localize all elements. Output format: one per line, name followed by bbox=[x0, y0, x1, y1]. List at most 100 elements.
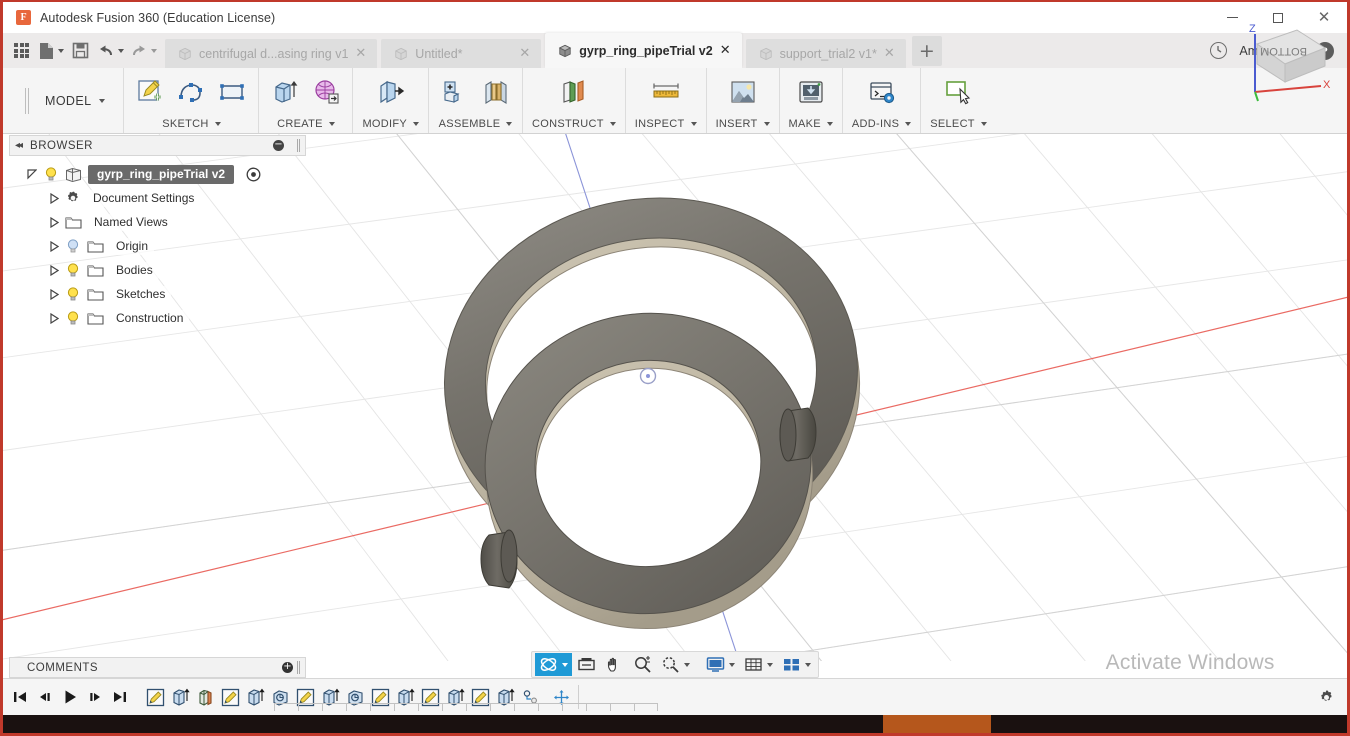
joint-button[interactable] bbox=[479, 75, 513, 109]
chevron-down-icon bbox=[690, 122, 697, 126]
tree-item-sketches[interactable]: Sketches bbox=[9, 282, 306, 306]
collapse-panel-icon[interactable]: ◂◂ bbox=[15, 140, 23, 151]
light-bulb-icon[interactable] bbox=[65, 286, 81, 302]
timeline-settings-button[interactable] bbox=[1313, 684, 1339, 710]
offset-plane-button[interactable] bbox=[557, 75, 591, 109]
rectangle-button[interactable] bbox=[215, 75, 249, 109]
tree-item-document-settings[interactable]: Document Settings bbox=[9, 186, 306, 210]
scripts-addins-button[interactable] bbox=[865, 75, 899, 109]
tab-close-icon[interactable]: ✕ bbox=[519, 46, 530, 61]
file-menu-button[interactable] bbox=[35, 36, 67, 66]
create-sketch-button[interactable] bbox=[133, 75, 167, 109]
create-mesh-button[interactable] bbox=[309, 75, 343, 109]
expand-arrow-icon[interactable] bbox=[49, 216, 59, 228]
panel-resize-handle[interactable] bbox=[297, 139, 300, 152]
chevron-down-icon bbox=[826, 122, 833, 126]
fit-button[interactable] bbox=[657, 653, 694, 676]
recent-documents-icon[interactable] bbox=[1210, 42, 1228, 59]
tab-close-icon[interactable]: ✕ bbox=[884, 46, 895, 61]
look-at-button[interactable] bbox=[573, 653, 600, 676]
timeline-feature-sketch[interactable] bbox=[218, 682, 243, 712]
look-at-icon bbox=[578, 658, 595, 671]
timeline-feature-extrude[interactable] bbox=[168, 682, 193, 712]
step-back-button[interactable] bbox=[34, 684, 56, 710]
activate-component-icon[interactable] bbox=[246, 167, 261, 182]
timeline-feature-revolve[interactable] bbox=[193, 682, 218, 712]
new-component-button[interactable] bbox=[438, 75, 472, 109]
extrude-feature-icon bbox=[248, 688, 265, 706]
new-document-button[interactable]: + bbox=[911, 36, 942, 66]
ribbon-group-label: INSPECT bbox=[634, 118, 685, 130]
workspace-selector[interactable]: MODEL bbox=[3, 68, 125, 133]
add-comment-icon[interactable]: + bbox=[282, 662, 293, 673]
panel-resize-handle[interactable] bbox=[297, 661, 300, 674]
show-data-panel-button[interactable] bbox=[8, 36, 35, 66]
step-forward-button[interactable] bbox=[84, 684, 106, 710]
tree-root-component[interactable]: gyrp_ring_pipeTrial v2 bbox=[9, 162, 306, 186]
go-to-beginning-button[interactable] bbox=[9, 684, 31, 710]
tab-label: gyrp_ring_pipeTrial v2 bbox=[579, 43, 713, 58]
select-window-button[interactable] bbox=[942, 75, 976, 109]
tab-close-icon[interactable]: ✕ bbox=[355, 46, 366, 61]
go-to-end-button[interactable] bbox=[109, 684, 131, 710]
play-icon bbox=[65, 690, 76, 704]
tree-item-construction[interactable]: Construction bbox=[9, 306, 306, 330]
tree-item-named-views[interactable]: Named Views bbox=[9, 210, 306, 234]
ribbon-group-make: MAKE bbox=[780, 68, 843, 133]
display-settings-button[interactable] bbox=[702, 653, 739, 676]
3d-print-button[interactable] bbox=[794, 75, 828, 109]
sketch-feature-icon bbox=[146, 688, 165, 706]
chevron-down-icon bbox=[763, 122, 770, 126]
revolve-feature-icon bbox=[199, 689, 212, 706]
pan-button[interactable] bbox=[601, 653, 628, 676]
axis-x-indicator bbox=[1254, 85, 1322, 93]
undo-button[interactable] bbox=[94, 36, 127, 66]
viewports-icon bbox=[784, 659, 799, 671]
press-pull-button[interactable] bbox=[374, 75, 408, 109]
zoom-button[interactable] bbox=[629, 653, 656, 676]
view-cube[interactable]: Z X BOTTOM bbox=[1229, 4, 1337, 104]
tree-item-label: Bodies bbox=[110, 261, 159, 279]
light-bulb-icon[interactable] bbox=[65, 310, 81, 326]
open-documents: centrifugal d...asing ring v1 ✕ Untitled… bbox=[165, 33, 942, 68]
redo-button[interactable] bbox=[127, 36, 160, 66]
document-tab-centrifugal[interactable]: centrifugal d...asing ring v1 ✕ bbox=[165, 39, 378, 68]
timeline-feature-extrude[interactable] bbox=[243, 682, 268, 712]
origin-marker bbox=[639, 367, 657, 385]
spline-button[interactable] bbox=[174, 75, 208, 109]
timeline-track[interactable] bbox=[274, 703, 658, 711]
chevron-down-icon bbox=[151, 48, 157, 53]
save-button[interactable] bbox=[67, 36, 94, 66]
document-tab-support-trial2[interactable]: support_trial2 v1* ✕ bbox=[745, 39, 906, 68]
ribbon-group-label: ASSEMBLE bbox=[438, 118, 501, 130]
tree-item-label: Named Views bbox=[88, 213, 174, 231]
document-tab-gyrp-ring[interactable]: gyrp_ring_pipeTrial v2 ✕ bbox=[545, 33, 742, 68]
timeline-feature-sketch[interactable] bbox=[143, 682, 168, 712]
minimize-panel-icon[interactable]: − bbox=[273, 140, 284, 151]
tree-item-bodies[interactable]: Bodies bbox=[9, 258, 306, 282]
measure-button[interactable] bbox=[649, 75, 683, 109]
scripts-addins-icon bbox=[869, 82, 894, 104]
light-bulb-icon[interactable] bbox=[65, 262, 81, 278]
light-bulb-icon[interactable] bbox=[43, 166, 59, 182]
expand-arrow-icon[interactable] bbox=[49, 312, 59, 324]
document-tab-untitled[interactable]: Untitled* ✕ bbox=[381, 39, 542, 68]
grid-snaps-button[interactable] bbox=[740, 653, 777, 676]
viewports-button[interactable] bbox=[778, 653, 815, 676]
expand-arrow-icon[interactable] bbox=[27, 168, 37, 180]
tab-close-icon[interactable]: ✕ bbox=[720, 43, 731, 58]
tree-item-origin[interactable]: Origin bbox=[9, 234, 306, 258]
expand-arrow-icon[interactable] bbox=[49, 288, 59, 300]
expand-arrow-icon[interactable] bbox=[49, 264, 59, 276]
light-bulb-icon[interactable] bbox=[65, 238, 81, 254]
expand-arrow-icon[interactable] bbox=[49, 192, 59, 204]
ribbon-group-label: INSERT bbox=[715, 118, 758, 130]
new-component-icon bbox=[444, 81, 460, 103]
orbit-button[interactable] bbox=[535, 653, 572, 676]
extrude-button[interactable] bbox=[268, 75, 302, 109]
play-button[interactable] bbox=[59, 684, 81, 710]
expand-arrow-icon[interactable] bbox=[49, 240, 59, 252]
measure-icon bbox=[653, 83, 679, 98]
chevron-down-icon bbox=[99, 98, 106, 103]
insert-image-button[interactable] bbox=[726, 75, 760, 109]
